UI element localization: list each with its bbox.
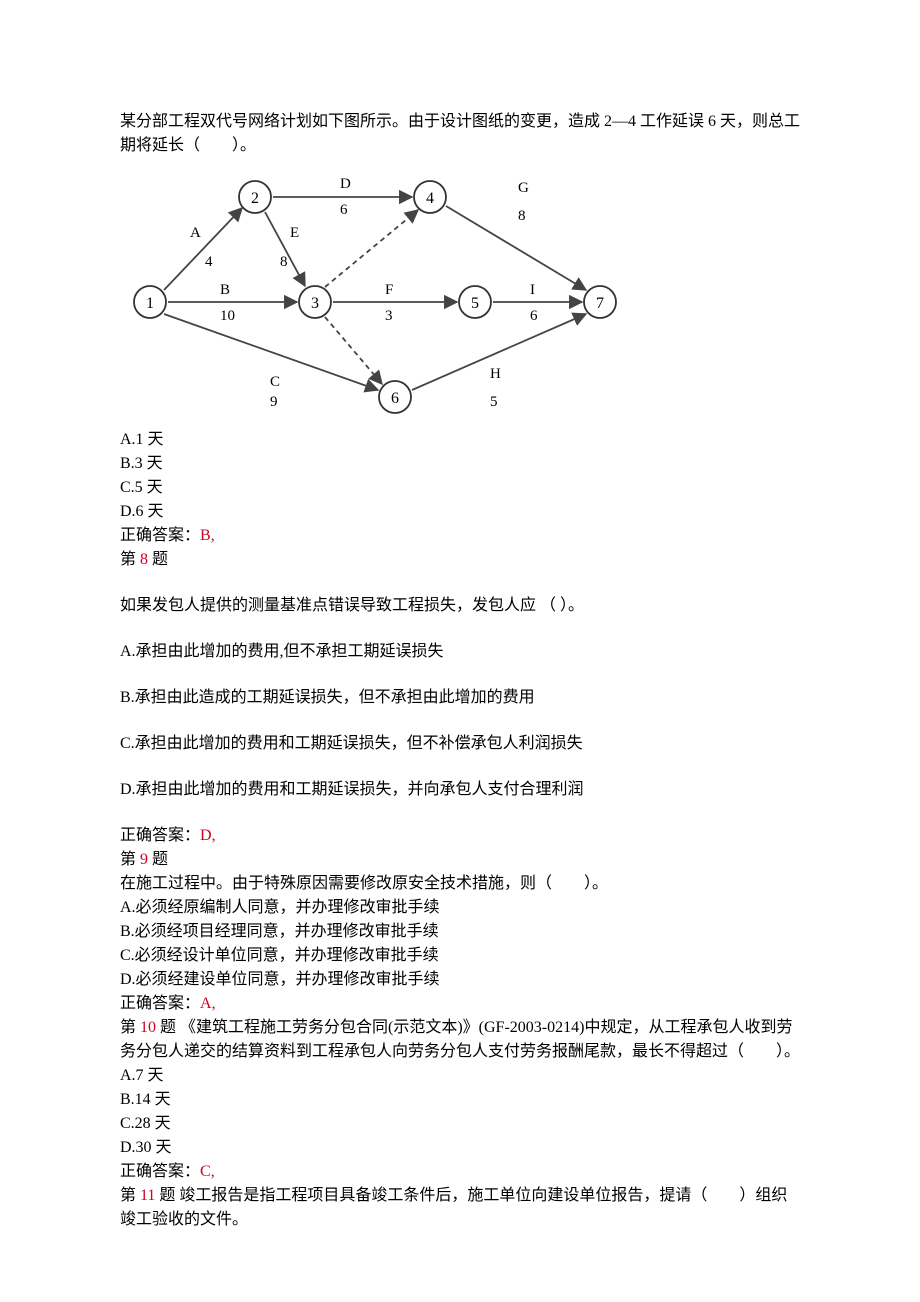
q-prefix: 第 bbox=[120, 1019, 140, 1036]
q9-option-c: C.必须经设计单位同意，并办理修改审批手续 bbox=[120, 944, 800, 968]
svg-text:10: 10 bbox=[220, 308, 235, 324]
svg-text:9: 9 bbox=[270, 394, 278, 410]
svg-text:D: D bbox=[340, 176, 351, 192]
q-number: 10 bbox=[140, 1019, 156, 1036]
svg-text:8: 8 bbox=[518, 208, 526, 224]
svg-text:I: I bbox=[530, 282, 535, 298]
q10-header-stem: 第 10 题 《建筑工程施工劳务分包合同(示范文本)》(GF-2003-0214… bbox=[120, 1016, 800, 1064]
q-suffix: 题 bbox=[148, 551, 168, 568]
q-suffix-stem: 题 《建筑工程施工劳务分包合同(示范文本)》(GF-2003-0214)中规定，… bbox=[120, 1019, 800, 1060]
svg-text:1: 1 bbox=[146, 295, 154, 312]
svg-text:5: 5 bbox=[471, 295, 479, 312]
svg-text:8: 8 bbox=[280, 254, 288, 270]
q8-stem: 如果发包人提供的测量基准点错误导致工程损失，发包人应 （ ）。 bbox=[120, 594, 800, 618]
q9-header: 第 9 题 bbox=[120, 848, 800, 872]
svg-text:4: 4 bbox=[205, 254, 213, 270]
svg-text:3: 3 bbox=[311, 295, 319, 312]
svg-text:6: 6 bbox=[530, 308, 538, 324]
answer-value: C, bbox=[200, 1163, 215, 1180]
svg-text:6: 6 bbox=[340, 202, 348, 218]
q11-header-stem: 第 11 题 竣工报告是指工程项目具备竣工条件后，施工单位向建设单位报告，提请（… bbox=[120, 1184, 800, 1232]
q9-option-b: B.必须经项目经理同意，并办理修改审批手续 bbox=[120, 920, 800, 944]
q-prefix: 第 bbox=[120, 551, 140, 568]
svg-text:6: 6 bbox=[391, 390, 399, 407]
q10-option-d: D.30 天 bbox=[120, 1136, 800, 1160]
q8-option-a: A.承担由此增加的费用,但不承担工期延误损失 bbox=[120, 640, 800, 664]
q-prefix: 第 bbox=[120, 1187, 140, 1204]
q7-option-d: D.6 天 bbox=[120, 500, 800, 524]
network-diagram: 1 2 3 4 5 6 7 A4 B10 C9 D6 E8 F3 G8 H5 I… bbox=[120, 162, 630, 422]
q-number: 9 bbox=[140, 851, 148, 868]
answer-label: 正确答案： bbox=[120, 827, 200, 844]
edge-G bbox=[446, 206, 586, 290]
edge-E bbox=[265, 212, 305, 286]
q8-answer: 正确答案：D, bbox=[120, 824, 800, 848]
svg-text:5: 5 bbox=[490, 394, 498, 410]
q-suffix-stem: 题 竣工报告是指工程项目具备竣工条件后，施工单位向建设单位报告，提请（ ）组织竣… bbox=[120, 1187, 787, 1228]
edge-A bbox=[164, 208, 242, 290]
q7-stem: 某分部工程双代号网络计划如下图所示。由于设计图纸的变更，造成 2—4 工作延误 … bbox=[120, 110, 800, 158]
q7-option-b: B.3 天 bbox=[120, 452, 800, 476]
q8-option-b: B.承担由此造成的工期延误损失，但不承担由此增加的费用 bbox=[120, 686, 800, 710]
q10-option-a: A.7 天 bbox=[120, 1064, 800, 1088]
q7-option-c: C.5 天 bbox=[120, 476, 800, 500]
edge-dummy-3-4 bbox=[325, 210, 418, 287]
answer-label: 正确答案： bbox=[120, 527, 200, 544]
svg-text:A: A bbox=[190, 225, 201, 241]
q10-answer: 正确答案：C, bbox=[120, 1160, 800, 1184]
q10-option-c: C.28 天 bbox=[120, 1112, 800, 1136]
svg-text:3: 3 bbox=[385, 308, 393, 324]
q8-header: 第 8 题 bbox=[120, 548, 800, 572]
answer-value: B, bbox=[200, 527, 215, 544]
svg-text:7: 7 bbox=[596, 295, 604, 312]
q8-option-c: C.承担由此增加的费用和工期延误损失，但不补偿承包人利润损失 bbox=[120, 732, 800, 756]
svg-text:4: 4 bbox=[426, 190, 434, 207]
svg-text:2: 2 bbox=[251, 190, 259, 207]
svg-text:C: C bbox=[270, 374, 280, 390]
q8-option-d: D.承担由此增加的费用和工期延误损失，并向承包人支付合理利润 bbox=[120, 778, 800, 802]
answer-label: 正确答案： bbox=[120, 995, 200, 1012]
q10-option-b: B.14 天 bbox=[120, 1088, 800, 1112]
svg-text:B: B bbox=[220, 282, 230, 298]
q9-answer: 正确答案：A, bbox=[120, 992, 800, 1016]
q-number: 11 bbox=[140, 1187, 155, 1204]
q9-option-d: D.必须经建设单位同意，并办理修改审批手续 bbox=[120, 968, 800, 992]
q-number: 8 bbox=[140, 551, 148, 568]
answer-label: 正确答案： bbox=[120, 1163, 200, 1180]
q7-answer: 正确答案：B, bbox=[120, 524, 800, 548]
answer-value: A, bbox=[200, 995, 216, 1012]
diagram-svg: 1 2 3 4 5 6 7 A4 B10 C9 D6 E8 F3 G8 H5 I… bbox=[120, 162, 630, 422]
q9-stem: 在施工过程中。由于特殊原因需要修改原安全技术措施，则（ ）。 bbox=[120, 872, 800, 896]
page: 某分部工程双代号网络计划如下图所示。由于设计图纸的变更，造成 2—4 工作延误 … bbox=[0, 0, 920, 1302]
svg-text:E: E bbox=[290, 225, 299, 241]
svg-text:F: F bbox=[385, 282, 393, 298]
svg-text:G: G bbox=[518, 180, 529, 196]
answer-value: D, bbox=[200, 827, 216, 844]
q9-option-a: A.必须经原编制人同意，并办理修改审批手续 bbox=[120, 896, 800, 920]
q-prefix: 第 bbox=[120, 851, 140, 868]
q-suffix: 题 bbox=[148, 851, 168, 868]
svg-text:H: H bbox=[490, 366, 501, 382]
q7-option-a: A.1 天 bbox=[120, 428, 800, 452]
